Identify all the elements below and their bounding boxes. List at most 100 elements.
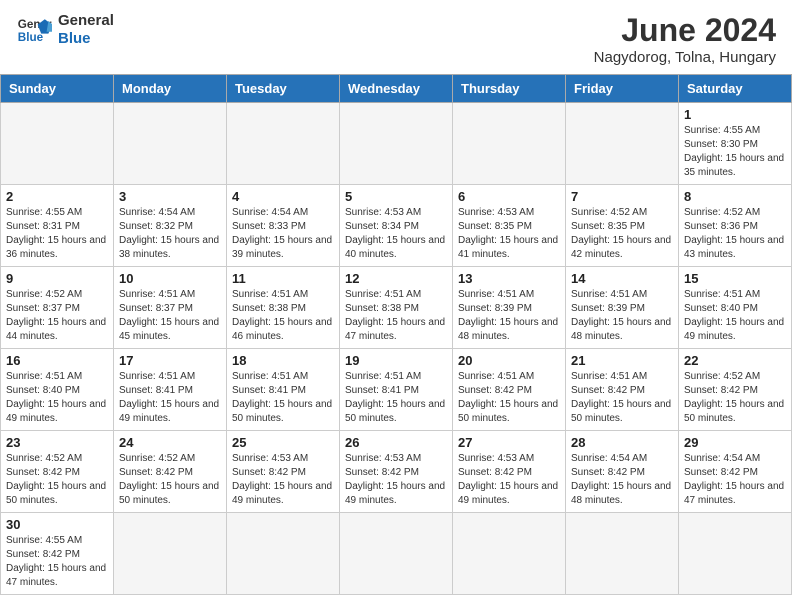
calendar-day-cell: 12Sunrise: 4:51 AM Sunset: 8:38 PM Dayli… [340, 267, 453, 349]
day-info: Sunrise: 4:51 AM Sunset: 8:38 PM Dayligh… [345, 288, 447, 344]
logo-icon: General Blue [16, 12, 52, 48]
calendar-day-cell: 10 Sunrise: 4:51 AM Sunset: 8:37 PM Dayli… [114, 267, 227, 349]
calendar-day-cell: 7 Sunrise: 4:52 AM Sunset: 8:35 PM Daylig… [566, 185, 679, 267]
calendar-day-cell: 13Sunrise: 4:51 AM Sunset: 8:39 PM Dayli… [453, 267, 566, 349]
day-number: 8 [684, 189, 786, 204]
day-number: 29 [684, 435, 786, 450]
day-number: 16 [6, 353, 108, 368]
day-info: Sunrise: 4:51 AM Sunset: 8:38 PM Dayligh… [232, 288, 334, 344]
calendar-day-cell: 16Sunrise: 4:51 AM Sunset: 8:40 PM Dayli… [1, 349, 114, 431]
calendar-subtitle: Nagydorog, Tolna, Hungary [594, 49, 776, 66]
calendar-day-cell: 11 Sunrise: 4:51 AM Sunset: 8:38 PM Dayli… [227, 267, 340, 349]
calendar-day-cell: 24Sunrise: 4:52 AM Sunset: 8:42 PM Dayli… [114, 431, 227, 513]
day-info: Sunrise: 4:53 AM Sunset: 8:42 PM Dayligh… [345, 452, 447, 508]
day-number: 25 [232, 435, 334, 450]
calendar-day-cell: 30 Sunrise: 4:55 AM Sunset: 8:42 PM Dayli… [1, 513, 114, 595]
day-number: 11 [232, 271, 334, 286]
calendar-day-cell [566, 513, 679, 595]
calendar-day-cell: 9Sunrise: 4:52 AM Sunset: 8:37 PM Daylig… [1, 267, 114, 349]
calendar-week-row: 1Sunrise: 4:55 AM Sunset: 8:30 PM Daylig… [1, 103, 792, 185]
day-info: Sunrise: 4:52 AM Sunset: 8:42 PM Dayligh… [6, 452, 108, 508]
day-info: Sunrise: 4:54 AM Sunset: 8:42 PM Dayligh… [684, 452, 786, 508]
day-number: 14 [571, 271, 673, 286]
day-info: Sunrise: 4:51 AM Sunset: 8:37 PM Dayligh… [119, 288, 221, 344]
day-number: 3 [119, 189, 221, 204]
weekday-header: Saturday [679, 75, 792, 103]
calendar-week-row: 2 Sunrise: 4:55 AM Sunset: 8:31 PM Daylig… [1, 185, 792, 267]
day-number: 13 [458, 271, 560, 286]
day-info: Sunrise: 4:51 AM Sunset: 8:42 PM Dayligh… [571, 370, 673, 426]
day-info: Sunrise: 4:52 AM Sunset: 8:36 PM Dayligh… [684, 206, 786, 262]
calendar-week-row: 23Sunrise: 4:52 AM Sunset: 8:42 PM Dayli… [1, 431, 792, 513]
day-info: Sunrise: 4:55 AM Sunset: 8:42 PM Dayligh… [6, 534, 108, 590]
day-number: 2 [6, 189, 108, 204]
calendar-week-row: 16Sunrise: 4:51 AM Sunset: 8:40 PM Dayli… [1, 349, 792, 431]
day-info: Sunrise: 4:53 AM Sunset: 8:34 PM Dayligh… [345, 206, 447, 262]
calendar-day-cell: 19 Sunrise: 4:51 AM Sunset: 8:41 PM Dayli… [340, 349, 453, 431]
day-info: Sunrise: 4:54 AM Sunset: 8:32 PM Dayligh… [119, 206, 221, 262]
calendar-day-cell: 20 Sunrise: 4:51 AM Sunset: 8:42 PM Dayli… [453, 349, 566, 431]
calendar-week-row: 9Sunrise: 4:52 AM Sunset: 8:37 PM Daylig… [1, 267, 792, 349]
day-info: Sunrise: 4:55 AM Sunset: 8:31 PM Dayligh… [6, 206, 108, 262]
day-number: 21 [571, 353, 673, 368]
day-info: Sunrise: 4:52 AM Sunset: 8:37 PM Dayligh… [6, 288, 108, 344]
day-info: Sunrise: 4:54 AM Sunset: 8:33 PM Dayligh… [232, 206, 334, 262]
weekday-header: Sunday [1, 75, 114, 103]
logo-general-text: General [58, 12, 114, 30]
calendar-day-cell [227, 103, 340, 185]
day-number: 4 [232, 189, 334, 204]
calendar-title: June 2024 [594, 12, 776, 49]
day-number: 19 [345, 353, 447, 368]
calendar-day-cell: 23Sunrise: 4:52 AM Sunset: 8:42 PM Dayli… [1, 431, 114, 513]
calendar-day-cell: 8 Sunrise: 4:52 AM Sunset: 8:36 PM Daylig… [679, 185, 792, 267]
calendar-day-cell: 1Sunrise: 4:55 AM Sunset: 8:30 PM Daylig… [679, 103, 792, 185]
day-info: Sunrise: 4:52 AM Sunset: 8:42 PM Dayligh… [684, 370, 786, 426]
title-block: June 2024 Nagydorog, Tolna, Hungary [594, 12, 776, 66]
day-number: 26 [345, 435, 447, 450]
calendar-day-cell [340, 103, 453, 185]
day-info: Sunrise: 4:51 AM Sunset: 8:41 PM Dayligh… [345, 370, 447, 426]
day-info: Sunrise: 4:51 AM Sunset: 8:42 PM Dayligh… [458, 370, 560, 426]
calendar-day-cell: 17Sunrise: 4:51 AM Sunset: 8:41 PM Dayli… [114, 349, 227, 431]
day-number: 30 [6, 517, 108, 532]
weekday-header: Friday [566, 75, 679, 103]
day-number: 27 [458, 435, 560, 450]
day-number: 7 [571, 189, 673, 204]
day-info: Sunrise: 4:52 AM Sunset: 8:42 PM Dayligh… [119, 452, 221, 508]
logo: General Blue General Blue [16, 12, 114, 48]
day-number: 5 [345, 189, 447, 204]
weekday-header: Monday [114, 75, 227, 103]
day-info: Sunrise: 4:55 AM Sunset: 8:30 PM Dayligh… [684, 124, 786, 180]
day-info: Sunrise: 4:51 AM Sunset: 8:40 PM Dayligh… [684, 288, 786, 344]
calendar-day-cell: 26 Sunrise: 4:53 AM Sunset: 8:42 PM Dayli… [340, 431, 453, 513]
day-info: Sunrise: 4:53 AM Sunset: 8:42 PM Dayligh… [232, 452, 334, 508]
calendar-day-cell: 21 Sunrise: 4:51 AM Sunset: 8:42 PM Dayli… [566, 349, 679, 431]
calendar-day-cell [227, 513, 340, 595]
calendar-day-cell: 15 Sunrise: 4:51 AM Sunset: 8:40 PM Dayli… [679, 267, 792, 349]
day-info: Sunrise: 4:53 AM Sunset: 8:35 PM Dayligh… [458, 206, 560, 262]
day-number: 18 [232, 353, 334, 368]
calendar-day-cell: 29 Sunrise: 4:54 AM Sunset: 8:42 PM Dayli… [679, 431, 792, 513]
day-number: 20 [458, 353, 560, 368]
weekday-header: Thursday [453, 75, 566, 103]
day-number: 28 [571, 435, 673, 450]
calendar-day-cell: 27Sunrise: 4:53 AM Sunset: 8:42 PM Dayli… [453, 431, 566, 513]
calendar-day-cell: 3 Sunrise: 4:54 AM Sunset: 8:32 PM Daylig… [114, 185, 227, 267]
day-info: Sunrise: 4:51 AM Sunset: 8:41 PM Dayligh… [232, 370, 334, 426]
day-number: 6 [458, 189, 560, 204]
calendar-day-cell: 4 Sunrise: 4:54 AM Sunset: 8:33 PM Daylig… [227, 185, 340, 267]
calendar-day-cell: 25 Sunrise: 4:53 AM Sunset: 8:42 PM Dayli… [227, 431, 340, 513]
logo-blue-text: Blue [58, 30, 114, 48]
page-header: General Blue General Blue June 2024 Nagy… [0, 0, 792, 74]
calendar-day-cell [566, 103, 679, 185]
day-info: Sunrise: 4:54 AM Sunset: 8:42 PM Dayligh… [571, 452, 673, 508]
day-info: Sunrise: 4:52 AM Sunset: 8:35 PM Dayligh… [571, 206, 673, 262]
day-number: 17 [119, 353, 221, 368]
calendar-day-cell: 28 Sunrise: 4:54 AM Sunset: 8:42 PM Dayli… [566, 431, 679, 513]
day-number: 10 [119, 271, 221, 286]
calendar-day-cell [679, 513, 792, 595]
calendar-day-cell [453, 513, 566, 595]
calendar-day-cell [114, 513, 227, 595]
day-info: Sunrise: 4:51 AM Sunset: 8:39 PM Dayligh… [571, 288, 673, 344]
day-number: 15 [684, 271, 786, 286]
